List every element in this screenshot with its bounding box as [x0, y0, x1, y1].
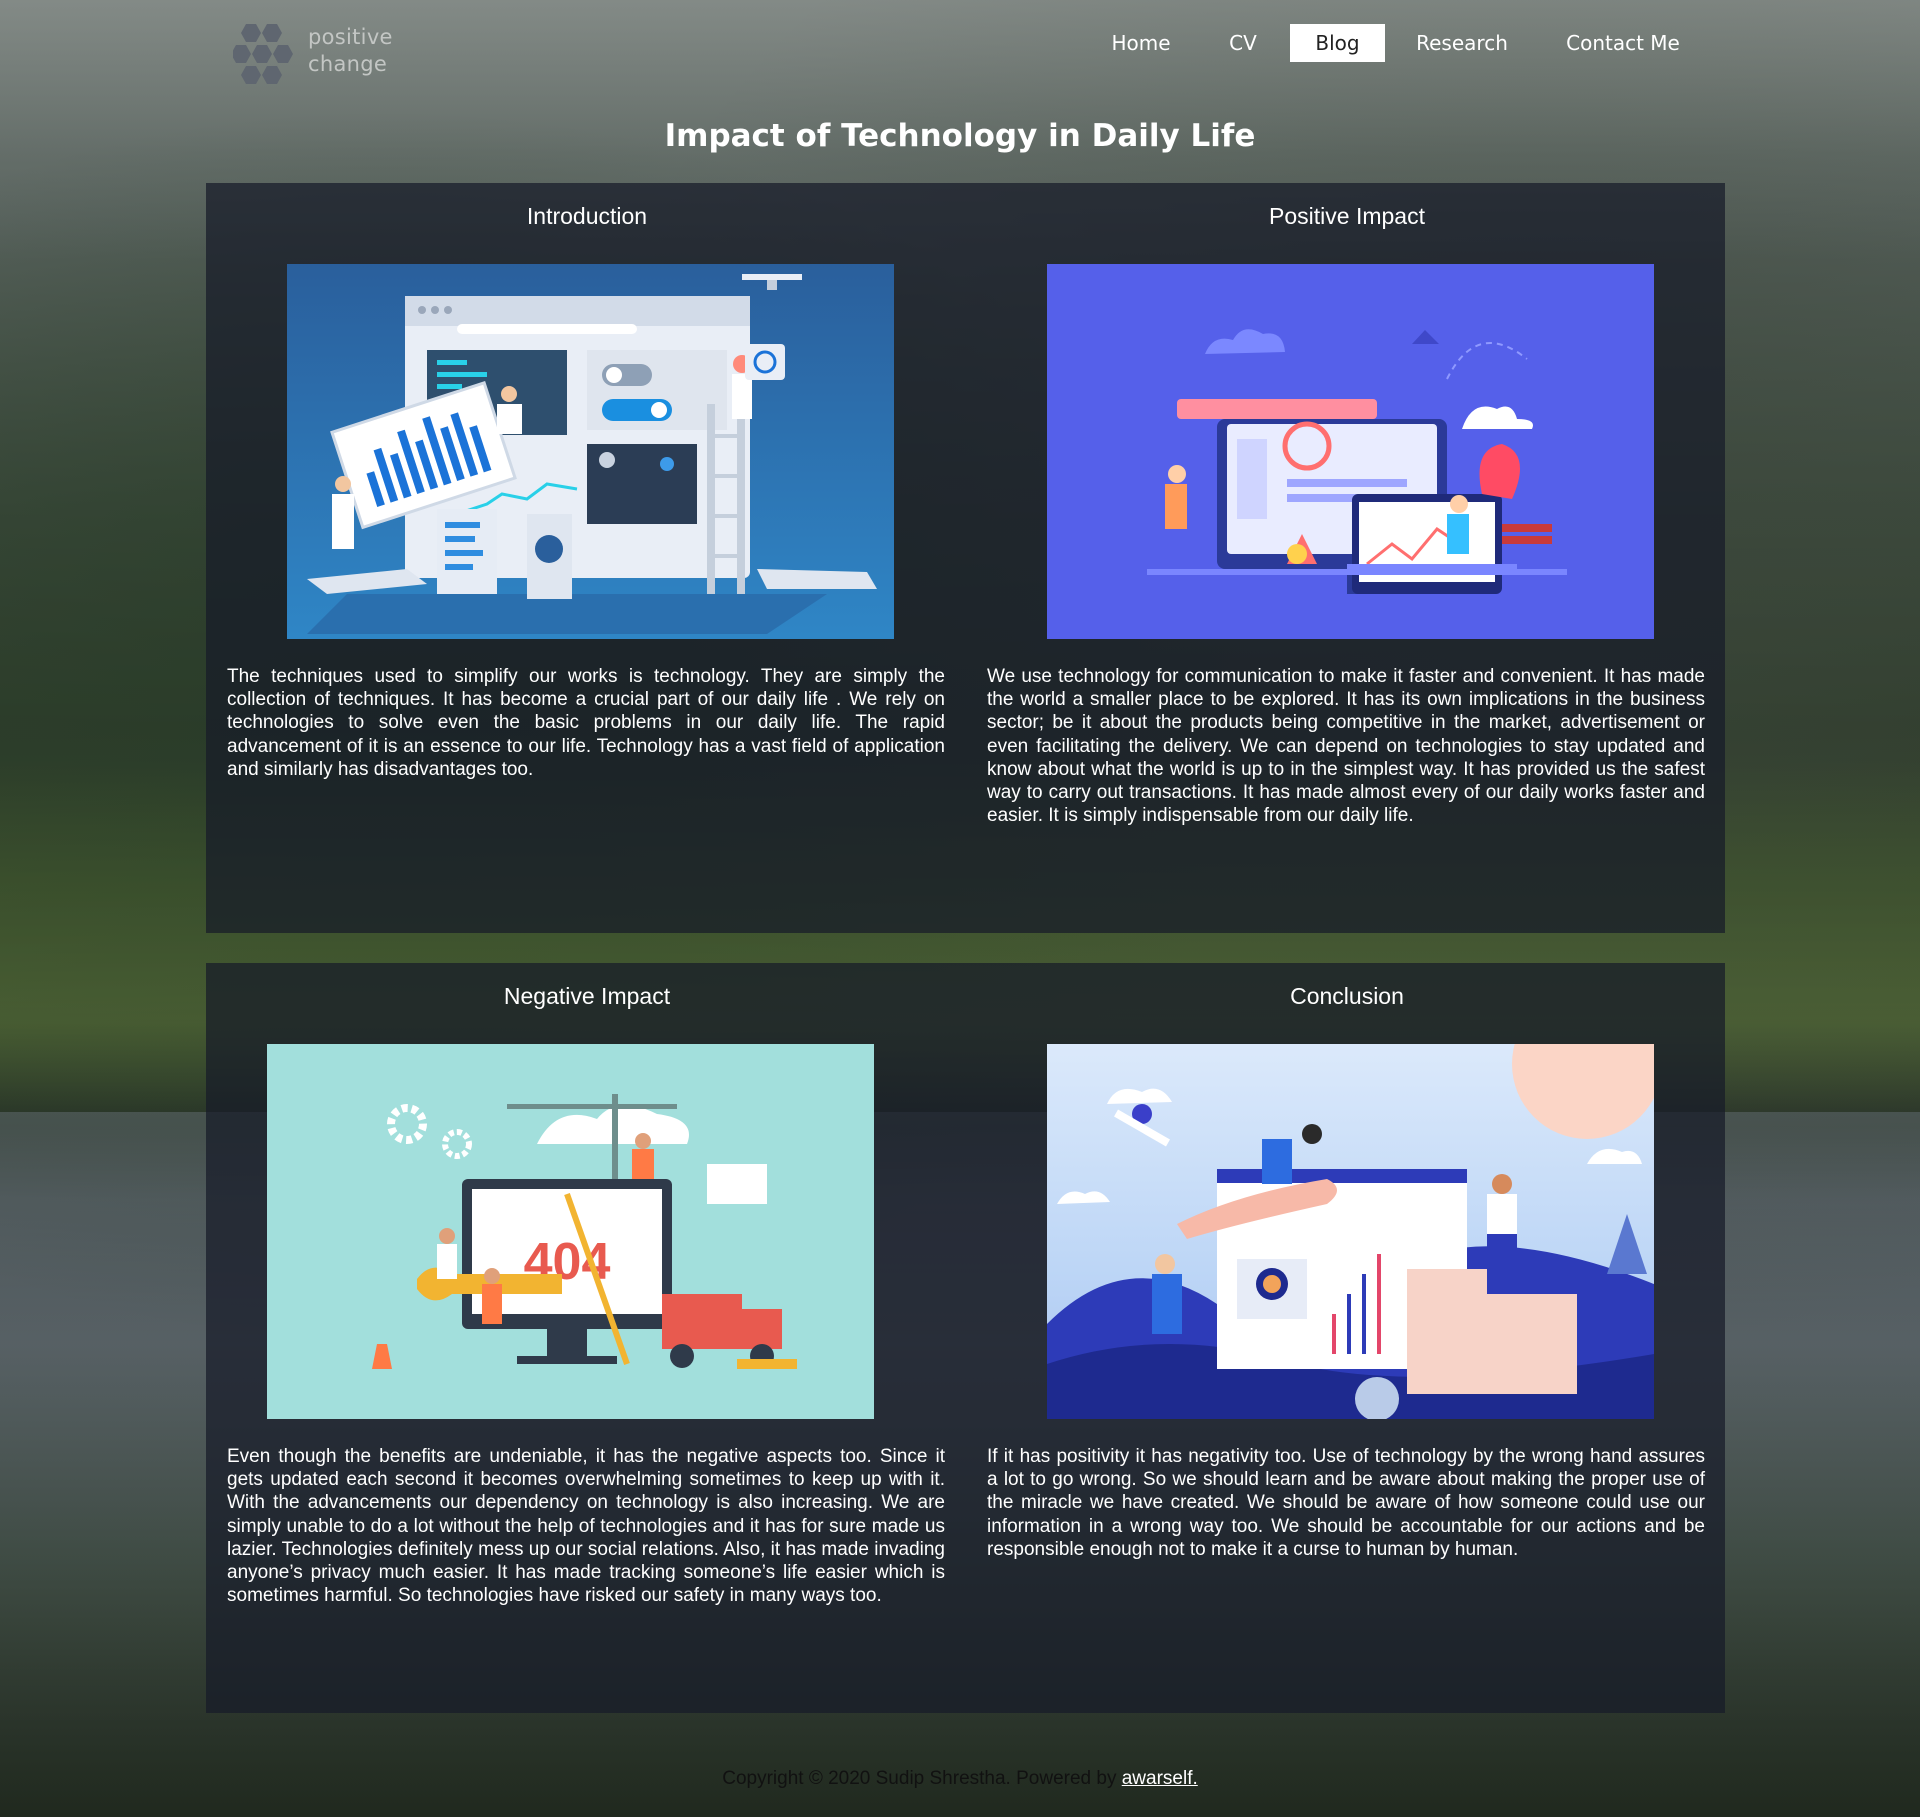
- footer-copyright: Copyright © 2020 Sudip Shrestha. Powered…: [722, 1768, 1122, 1789]
- section-title-negative-impact: Negative Impact: [503, 983, 671, 1009]
- section-title-introduction: Introduction: [526, 203, 648, 229]
- nav-cv[interactable]: CV: [1214, 24, 1272, 62]
- card-conclusion: Conclusion If it has positivity it has n…: [987, 963, 1707, 1713]
- page-title: Impact of Technology in Daily Life: [664, 118, 1256, 154]
- negative-impact-illustration: 404: [267, 1044, 874, 1419]
- section-title-positive-impact: Positive Impact: [1269, 203, 1425, 229]
- section-text-introduction: The techniques used to simplify our work…: [227, 666, 945, 780]
- site-header: positive change Home CV Blog Research Co…: [0, 0, 1920, 90]
- brand-line-1: positive: [308, 25, 393, 49]
- content-panel-bottom: Negative Impact 404 Even though the bene…: [206, 963, 1725, 1713]
- nav-blog[interactable]: Blog: [1290, 24, 1385, 62]
- section-title-conclusion: Conclusion: [1290, 983, 1404, 1009]
- brand-line-2: change: [308, 52, 388, 76]
- brand-name: positive change: [308, 24, 393, 78]
- brand-logo[interactable]: positive change: [233, 20, 403, 90]
- hexagon-logo-icon: [233, 24, 293, 84]
- site-footer: Copyright © 2020 Sudip Shrestha. Powered…: [0, 1768, 1920, 1790]
- section-text-negative-impact: Even though the benefits are undeniable,…: [227, 1446, 945, 1607]
- section-text-conclusion: If it has positivity it has negativity t…: [987, 1446, 1705, 1560]
- conclusion-illustration: [1047, 1044, 1654, 1419]
- card-negative-impact: Negative Impact 404 Even though the bene…: [227, 963, 947, 1713]
- section-text-positive-impact: We use technology for communication to m…: [987, 666, 1705, 827]
- card-positive-impact: Positive Impact We use technology for co…: [987, 183, 1707, 933]
- content-panel-top: Introduction The techniques used to simp…: [206, 183, 1725, 933]
- nav-research[interactable]: Research: [1402, 24, 1522, 62]
- nav-home[interactable]: Home: [1090, 24, 1192, 62]
- introduction-illustration: [287, 264, 894, 639]
- footer-powered-by-link[interactable]: awarself.: [1122, 1768, 1198, 1789]
- card-introduction: Introduction The techniques used to simp…: [227, 183, 947, 933]
- positive-impact-illustration: [1047, 264, 1654, 639]
- nav-contact-me[interactable]: Contact Me: [1547, 24, 1699, 62]
